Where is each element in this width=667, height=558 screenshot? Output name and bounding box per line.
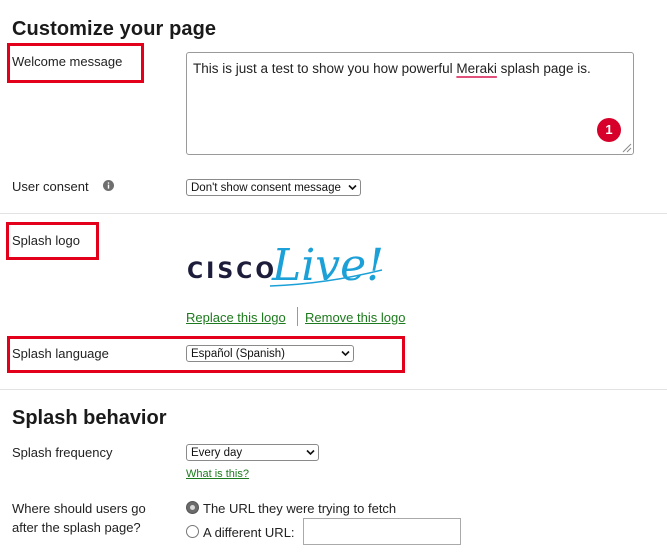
- cisco-live-logo: CISCO Live!: [187, 240, 384, 291]
- user-consent-select[interactable]: Don't show consent message: [186, 179, 361, 196]
- chevron-down-icon: [348, 184, 357, 191]
- section-divider: [0, 213, 667, 214]
- section-title-behavior: Splash behavior: [12, 407, 167, 429]
- splash-frequency-label: Splash frequency: [12, 445, 113, 460]
- section-divider: [0, 389, 667, 390]
- section-title-customize: Customize your page: [12, 18, 217, 40]
- welcome-text-end: splash page is.: [496, 61, 591, 76]
- user-consent-label: User consent: [12, 179, 89, 194]
- splash-frequency-select[interactable]: Every day: [186, 444, 319, 461]
- what-is-this-link[interactable]: What is this?: [186, 468, 249, 480]
- redirect-label-line1: Where should users go: [12, 501, 146, 516]
- chevron-down-icon: [306, 449, 315, 456]
- replace-logo-link[interactable]: Replace this logo: [186, 310, 286, 325]
- info-icon[interactable]: [103, 180, 114, 191]
- splash-logo-label: Splash logo: [12, 233, 80, 248]
- radio-different-url[interactable]: [186, 525, 199, 538]
- welcome-message-textarea[interactable]: This is just a test to show you how powe…: [186, 52, 634, 155]
- splash-language-select[interactable]: Español (Spanish): [186, 345, 354, 362]
- option-different-url-label: A different URL:: [203, 525, 295, 540]
- welcome-text-meraki: Meraki: [456, 61, 497, 76]
- chevron-down-icon: [341, 350, 350, 357]
- link-separator: [297, 307, 298, 326]
- splash-frequency-selected: Every day: [191, 447, 243, 459]
- welcome-message-label: Welcome message: [12, 54, 123, 69]
- resize-handle-icon[interactable]: [622, 143, 632, 153]
- splash-language-label: Splash language: [12, 346, 109, 361]
- splash-language-selected: Español (Spanish): [191, 348, 285, 360]
- remove-logo-link[interactable]: Remove this logo: [305, 310, 405, 325]
- option-original-url-label: The URL they were trying to fetch: [203, 501, 397, 516]
- different-url-input[interactable]: [303, 518, 461, 545]
- radio-original-url[interactable]: [186, 501, 199, 514]
- welcome-text-start: This is just a test to show you how powe…: [193, 61, 457, 76]
- logo-script-word: Live!: [271, 240, 384, 291]
- redirect-label-line2: after the splash page?: [12, 520, 141, 535]
- grammar-badge[interactable]: 1: [597, 118, 621, 142]
- logo-brand-word: CISCO: [187, 259, 277, 284]
- user-consent-selected: Don't show consent message: [191, 182, 341, 194]
